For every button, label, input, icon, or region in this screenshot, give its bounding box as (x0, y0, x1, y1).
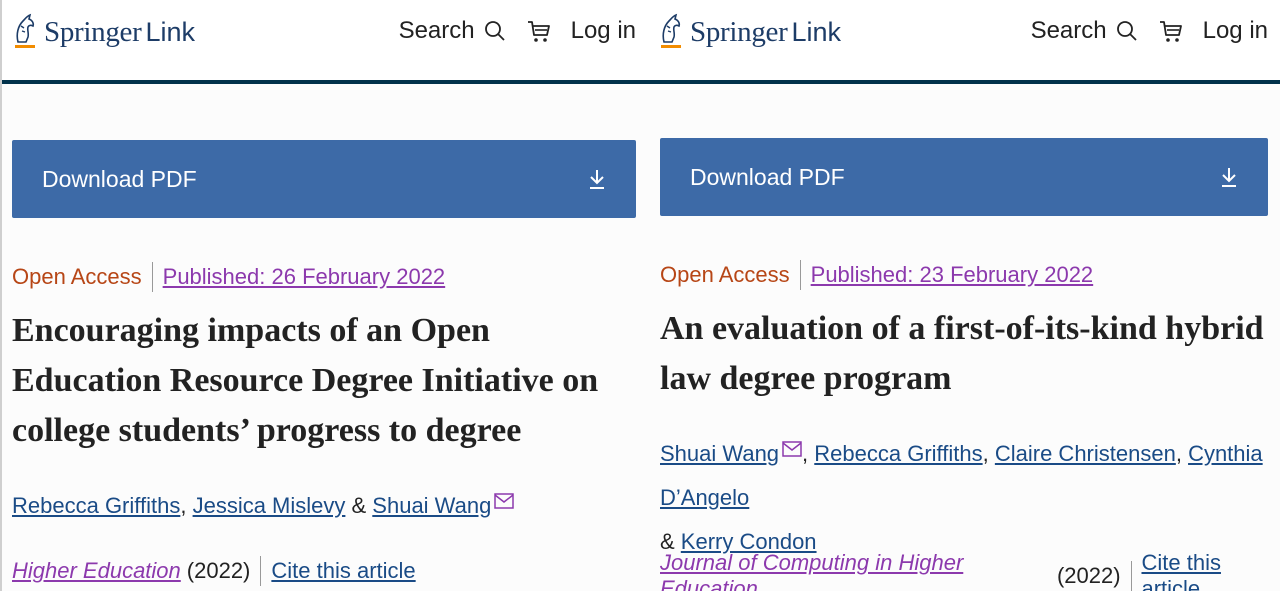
citation-row: Higher Education (2022) Cite this articl… (12, 556, 416, 586)
citation-divider (260, 556, 262, 586)
author-link[interactable]: Rebecca Griffiths (12, 493, 180, 518)
header-actions: Search Log in (399, 10, 636, 52)
article-meta: Open Access Published: 26 February 2022 (12, 262, 445, 292)
download-pdf-label: Download PDF (690, 163, 845, 190)
site-header: Springer Link Search Log in (2, 0, 648, 84)
logo-link-text: Link (145, 16, 196, 47)
published-date-link[interactable]: Published: 26 February 2022 (163, 264, 446, 290)
author-separator: , (1175, 441, 1189, 466)
open-access-badge: Open Access (660, 262, 790, 287)
author-link[interactable]: Shuai Wang (372, 493, 491, 518)
meta-divider (799, 260, 801, 290)
author-list: Shuai Wang , Rebecca Griffiths, Claire C… (660, 432, 1270, 564)
search-icon (1116, 21, 1137, 41)
author-list: Rebecca Griffiths, Jessica Mislevy & Shu… (12, 484, 642, 528)
meta-divider (151, 262, 153, 292)
logo-wordmark: Springer (44, 15, 142, 48)
article-panel-right: Springer Link Search Log in Download PDF (648, 0, 1280, 591)
author-separator: , (982, 441, 995, 466)
author-link[interactable]: Shuai Wang (660, 441, 779, 466)
author-link[interactable]: Jessica Mislevy (193, 493, 346, 518)
springer-link-logo[interactable]: Springer Link (658, 8, 841, 56)
download-pdf-label: Download PDF (42, 165, 197, 192)
publication-year: (2022) (1056, 563, 1121, 588)
download-pdf-button[interactable]: Download PDF (660, 138, 1268, 216)
search-button[interactable]: Search (399, 17, 507, 45)
article-title: Encouraging impacts of an Open Education… (12, 312, 599, 449)
site-header: Springer Link Search Log in (648, 0, 1280, 84)
email-icon[interactable] (494, 493, 515, 509)
email-icon[interactable] (782, 441, 802, 457)
download-pdf-button[interactable]: Download PDF (12, 140, 636, 218)
author-separator: & (345, 493, 373, 518)
search-button[interactable]: Search (1031, 17, 1139, 45)
citation-row: Journal of Computing in Higher Education… (660, 550, 1280, 591)
logo-wordmark: Springer (690, 15, 788, 48)
article-title: An evaluation of a first-of-its-kind hyb… (660, 310, 1264, 397)
cite-article-link[interactable]: Cite this article (1141, 550, 1280, 591)
article-meta: Open Access Published: 23 February 2022 (660, 260, 1093, 290)
login-link[interactable]: Log in (1203, 17, 1268, 45)
published-date-link[interactable]: Published: 23 February 2022 (811, 262, 1094, 288)
header-actions: Search Log in (1031, 10, 1268, 52)
logo-link-text: Link (791, 16, 842, 47)
author-link[interactable]: Claire Christensen (995, 441, 1176, 466)
author-link[interactable]: Rebecca Griffiths (814, 441, 982, 466)
springer-link-logo[interactable]: Springer Link (12, 8, 195, 56)
journal-link[interactable]: Journal of Computing in Higher Education (660, 550, 1051, 591)
search-icon (484, 21, 505, 41)
journal-link[interactable]: Higher Education (12, 558, 181, 584)
cart-icon[interactable] (1157, 17, 1185, 45)
springer-horse-icon (661, 13, 681, 48)
publication-year: (2022) (186, 558, 251, 583)
open-access-badge: Open Access (12, 264, 142, 289)
download-icon (590, 170, 604, 189)
cite-article-link[interactable]: Cite this article (271, 558, 415, 584)
search-label: Search (398, 17, 475, 44)
citation-divider (1130, 561, 1132, 591)
author-separator: , (802, 441, 815, 466)
article-panel-left: Springer Link Search Log in Download PDF (0, 0, 648, 591)
download-icon (1222, 168, 1236, 187)
search-label: Search (1030, 17, 1107, 44)
cart-icon[interactable] (525, 17, 553, 45)
springer-horse-icon (15, 13, 35, 48)
author-separator: , (180, 493, 193, 518)
login-link[interactable]: Log in (571, 17, 636, 45)
